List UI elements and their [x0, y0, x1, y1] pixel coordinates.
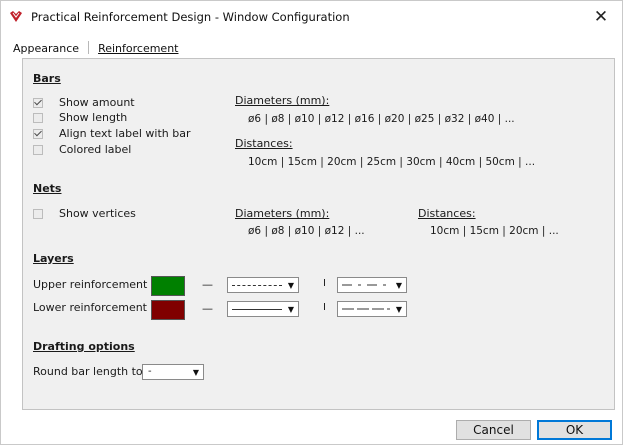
colored-label-checkbox[interactable]: [33, 145, 43, 155]
bars-distances-value[interactable]: 10cm | 15cm | 20cm | 25cm | 30cm | 40cm …: [248, 156, 535, 168]
long-dash-line-icon: [342, 308, 390, 310]
bars-heading: Bars: [33, 72, 61, 85]
show-length-label: Show length: [59, 111, 128, 124]
config-window: Practical Reinforcement Design - Window …: [0, 0, 623, 445]
upper-line-glyph: —: [202, 278, 213, 291]
lower-line-glyph: —: [202, 302, 213, 315]
tab-divider: [88, 41, 90, 54]
bars-diameters-value[interactable]: ø6 | ø8 | ø10 | ø12 | ø16 | ø20 | ø25 | …: [248, 113, 515, 125]
nets-distances-value[interactable]: 10cm | 15cm | 20cm | ...: [430, 225, 559, 237]
app-logo-icon: [10, 11, 22, 22]
align-label-label: Align text label with bar: [59, 127, 191, 140]
close-icon[interactable]: ✕: [590, 6, 612, 28]
chevron-down-icon: ▼: [287, 305, 294, 314]
chevron-down-icon: ▼: [395, 281, 402, 290]
lower-color-swatch[interactable]: [151, 300, 185, 320]
lower-linetype2-dropdown[interactable]: ▼: [337, 301, 407, 317]
tab-appearance[interactable]: Appearance: [13, 42, 79, 55]
round-bar-length-value: -: [148, 366, 152, 377]
upper-linetype-dropdown[interactable]: ▼: [227, 277, 299, 293]
show-amount-checkbox[interactable]: [33, 98, 43, 108]
show-amount-label: Show amount: [59, 96, 135, 109]
window-title: Practical Reinforcement Design - Window …: [31, 10, 350, 24]
dashed-line-icon: [232, 285, 282, 286]
show-vertices-checkbox[interactable]: [33, 209, 43, 219]
bars-distances-label: Distances:: [235, 137, 293, 150]
align-label-checkbox[interactable]: [33, 129, 43, 139]
chevron-down-icon: ▼: [287, 281, 294, 290]
ok-button[interactable]: OK: [537, 420, 612, 440]
chevron-down-icon: ▼: [192, 368, 199, 377]
show-vertices-label: Show vertices: [59, 207, 136, 220]
upper-separator: I: [323, 278, 326, 289]
reinforcement-panel: Bars Show amount Show length Align text …: [22, 58, 615, 410]
round-bar-length-dropdown[interactable]: - ▼: [142, 364, 204, 380]
upper-color-swatch[interactable]: [151, 276, 185, 296]
nets-distances-label: Distances:: [418, 207, 476, 220]
nets-diameters-value[interactable]: ø6 | ø8 | ø10 | ø12 | ...: [248, 225, 365, 237]
show-length-checkbox[interactable]: [33, 113, 43, 123]
round-bar-length-label: Round bar length to: [33, 365, 143, 378]
dash-dot-line-icon: [342, 284, 390, 286]
chevron-down-icon: ▼: [395, 305, 402, 314]
solid-line-icon: [232, 309, 282, 310]
drafting-heading: Drafting options: [33, 340, 135, 353]
nets-heading: Nets: [33, 182, 62, 195]
bars-diameters-label: Diameters (mm):: [235, 94, 330, 107]
nets-diameters-label: Diameters (mm):: [235, 207, 330, 220]
upper-linetype2-dropdown[interactable]: ▼: [337, 277, 407, 293]
lower-linetype-dropdown[interactable]: ▼: [227, 301, 299, 317]
colored-label-label: Colored label: [59, 143, 132, 156]
title-bar[interactable]: Practical Reinforcement Design - Window …: [1, 1, 622, 33]
layers-heading: Layers: [33, 252, 74, 265]
lower-reinforcement-label: Lower reinforcement: [33, 301, 147, 314]
tab-reinforcement[interactable]: Reinforcement: [98, 42, 178, 55]
cancel-button[interactable]: Cancel: [456, 420, 531, 440]
lower-separator: I: [323, 302, 326, 313]
tab-bar: Appearance Reinforcement: [13, 41, 178, 55]
upper-reinforcement-label: Upper reinforcement: [33, 278, 148, 291]
